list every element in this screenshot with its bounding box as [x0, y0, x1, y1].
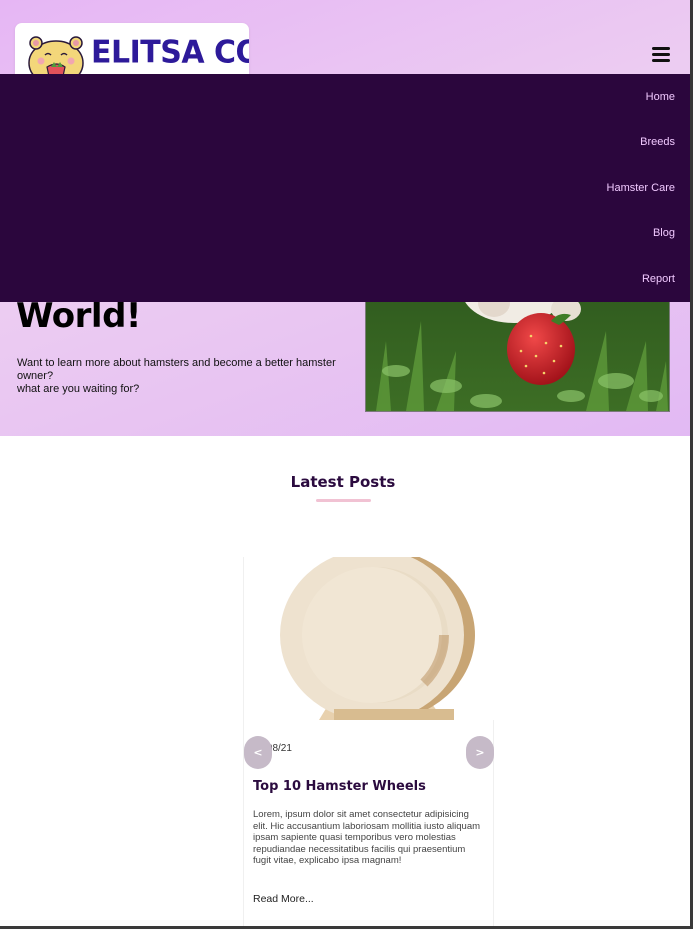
- nav-item-breeds[interactable]: Breeds: [640, 136, 675, 148]
- post-excerpt: Lorem, ipsum dolor sit amet consectetur …: [253, 809, 481, 866]
- nav-item-hamster-care[interactable]: Hamster Care: [607, 182, 675, 194]
- post-card-image: [244, 557, 495, 720]
- post-title[interactable]: Top 10 Hamster Wheels: [253, 779, 426, 794]
- nav-item-home[interactable]: Home: [646, 91, 675, 103]
- slider-next-button[interactable]: >: [466, 736, 494, 769]
- heading-underline: [316, 499, 371, 502]
- slider-prev-button[interactable]: <: [244, 736, 272, 769]
- hero-title: World!: [16, 296, 141, 336]
- hamster-logo-icon: [28, 36, 84, 81]
- site-logo[interactable]: ELITSA CO: [15, 23, 249, 81]
- nav-item-report[interactable]: Report: [642, 273, 675, 285]
- hamster-wheel-image: [244, 557, 495, 720]
- logo-wordmark: ELITSA CO: [91, 34, 249, 71]
- hero-line-1: Want to learn more about hamsters and be…: [17, 357, 336, 382]
- nav-dropdown: Home Breeds Hamster Care Blog Report: [0, 74, 690, 302]
- hero-line-2: what are you waiting for?: [17, 383, 140, 395]
- latest-posts-heading: Latest Posts: [290, 473, 396, 491]
- hero-description: Want to learn more about hamsters and be…: [17, 357, 337, 396]
- post-card: 21/08/21 Top 10 Hamster Wheels Lorem, ip…: [243, 557, 495, 929]
- read-more-link[interactable]: Read More...: [253, 893, 314, 905]
- nav-item-blog[interactable]: Blog: [653, 227, 675, 239]
- hamburger-menu-icon[interactable]: [650, 47, 672, 65]
